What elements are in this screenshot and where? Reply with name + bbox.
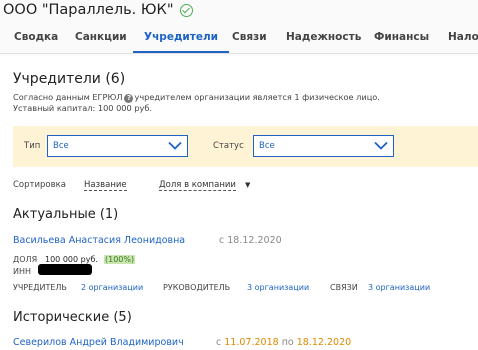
company-name: ООО "Параллель. ЮК"	[3, 2, 174, 18]
founders-panel: Учредители (6) Согласно данным ЕГРЮЛ? учр…	[0, 62, 478, 350]
period-to-prefix: по	[281, 337, 294, 348]
status-select[interactable]: Все	[253, 135, 394, 157]
links-orgs-link[interactable]: 3 организации	[368, 283, 430, 292]
founder-name[interactable]: Васильева Анастасия Леонидовна	[13, 235, 185, 246]
caret-down-icon[interactable]: ▼	[245, 181, 250, 189]
tab-sanctions[interactable]: Санкции	[75, 23, 127, 53]
filter-bar: Тип Все Статус Все	[13, 126, 478, 167]
company-header: ООО "Параллель. ЮК" Сводка Санкции Учред…	[0, 0, 478, 56]
historical-founder-period: с 11.07.2018 по 18.12.2020	[216, 337, 351, 348]
historical-founders-title: Исторические (5)	[13, 310, 132, 325]
current-founders-title: Актуальные (1)	[13, 207, 119, 222]
tab-links[interactable]: Связи	[232, 23, 267, 53]
egrul-note-start: Согласно данным ЕГРЮЛ	[13, 92, 123, 102]
status-select-value: Все	[259, 141, 275, 151]
tab-svodka[interactable]: Сводка	[14, 23, 58, 53]
egrul-note: Согласно данным ЕГРЮЛ? учредителем органи…	[13, 92, 380, 103]
tab-reliability[interactable]: Надежность	[286, 23, 361, 53]
head-role-label: РУКОВОДИТЕЛЬ	[163, 283, 231, 292]
status-filter-label: Статус	[213, 141, 244, 151]
founder-role-label: УЧРЕДИТЕЛЬ	[13, 283, 67, 292]
capital-note: Уставный капитал: 100 000 руб.	[13, 103, 153, 113]
tab-finance[interactable]: Финансы	[374, 23, 429, 53]
tab-bar: Сводка Санкции Учредители Связи Надежнос…	[0, 23, 478, 53]
tab-tax[interactable]: Налог	[448, 23, 478, 53]
header-divider	[0, 53, 478, 54]
verified-check-icon	[179, 3, 193, 17]
type-select[interactable]: Все	[47, 135, 188, 157]
share-label: ДОЛЯ	[13, 255, 38, 264]
period-to-date: 18.12.2020	[296, 337, 352, 348]
links-label: СВЯЗИ	[330, 283, 358, 292]
tab-founders[interactable]: Учредители	[132, 23, 230, 53]
founder-since: с 18.12.2020	[219, 235, 282, 246]
chevron-down-icon	[374, 141, 388, 150]
chevron-down-icon	[168, 141, 182, 150]
sort-by-share[interactable]: Доля в компании	[159, 180, 236, 191]
company-title: ООО "Параллель. ЮК"	[3, 0, 193, 20]
sort-by-name[interactable]: Название	[84, 180, 127, 191]
share-percent-badge: (100%)	[104, 255, 136, 264]
sort-label: Сортировка	[13, 180, 66, 190]
help-icon[interactable]: ?	[124, 94, 134, 103]
period-from-prefix: с	[216, 337, 222, 348]
type-filter-label: Тип	[24, 141, 41, 151]
founder-orgs-link[interactable]: 2 организации	[81, 283, 143, 292]
share-value: 100 000 руб.	[45, 255, 98, 264]
egrul-note-end: учредителем организации является 1 физич…	[134, 92, 380, 102]
inn-label: ИНН	[13, 267, 32, 276]
head-orgs-link[interactable]: 3 организации	[247, 283, 309, 292]
type-select-value: Все	[53, 141, 69, 151]
historical-founder-name[interactable]: Северилов Андрей Владимирович	[13, 337, 184, 348]
founders-title: Учредители (6)	[13, 71, 126, 87]
period-from-date: 11.07.2018	[224, 337, 279, 348]
inn-redacted	[38, 264, 92, 275]
